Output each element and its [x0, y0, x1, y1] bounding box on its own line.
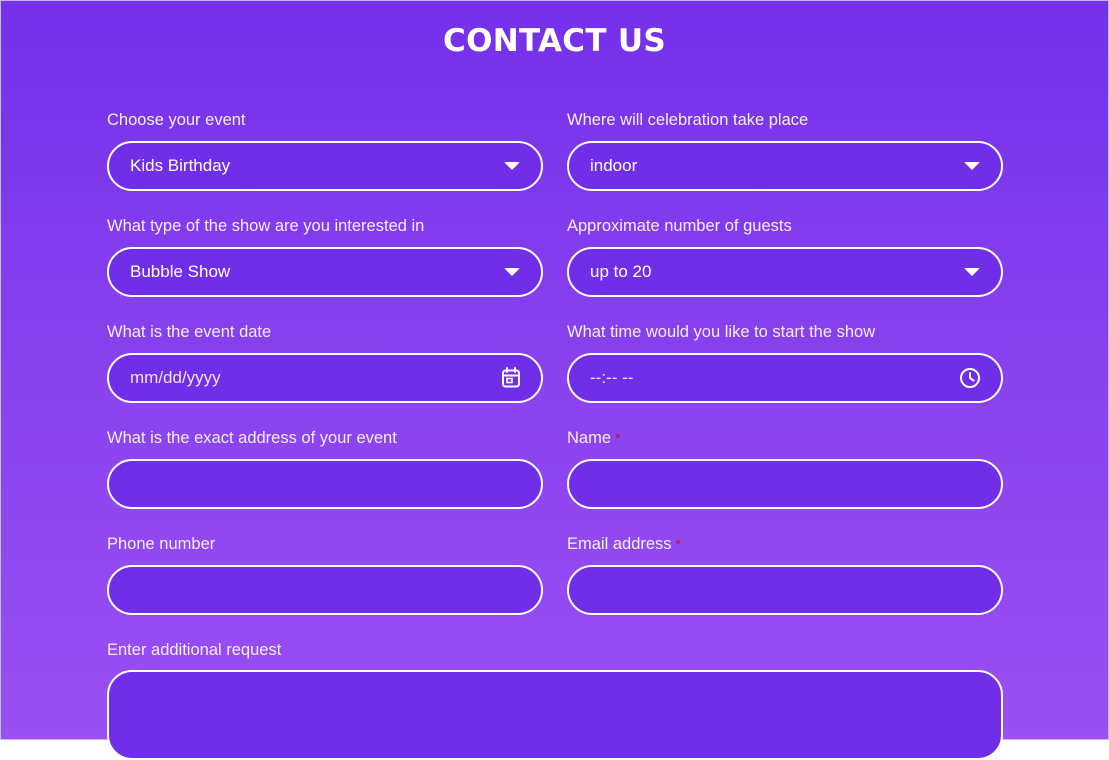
- location-value: indoor: [590, 156, 638, 175]
- start-time-field: What time would you like to start the sh…: [567, 322, 1003, 403]
- event-type-select[interactable]: Kids Birthday: [107, 141, 543, 191]
- chevron-down-icon: [964, 162, 980, 170]
- phone-label: Phone number: [107, 535, 216, 553]
- guests-select[interactable]: up to 20: [567, 247, 1003, 297]
- email-label: Email address *: [567, 534, 1003, 554]
- event-date-input[interactable]: mm/dd/yyyy: [107, 353, 543, 403]
- show-type-label: What type of the show are you interested…: [107, 217, 425, 235]
- location-field: Where will celebration take place indoor: [567, 110, 1003, 191]
- address-label: What is the exact address of your event: [107, 429, 397, 447]
- additional-request-textarea[interactable]: [107, 670, 1003, 760]
- name-label-text: Name: [567, 429, 612, 447]
- required-asterisk: *: [615, 430, 621, 446]
- event-type-field: Choose your event Kids Birthday: [107, 110, 543, 191]
- additional-request-label: Enter additional request: [107, 641, 282, 659]
- event-date-placeholder: mm/dd/yyyy: [130, 368, 221, 387]
- location-label: Where will celebration take place: [567, 111, 809, 129]
- contact-form-page: CONTACT US Choose your event Kids Birthd…: [0, 0, 1109, 760]
- email-field: Email address *: [567, 534, 1003, 615]
- email-label-text: Email address: [567, 535, 672, 553]
- phone-input[interactable]: [107, 565, 543, 615]
- event-type-label: Choose your event: [107, 111, 246, 129]
- address-input[interactable]: [107, 459, 543, 509]
- guests-value: up to 20: [590, 262, 652, 281]
- additional-request-field: Enter additional request: [107, 640, 1003, 671]
- event-date-field: What is the event date mm/dd/yyyy: [107, 322, 543, 403]
- show-type-field: What type of the show are you interested…: [107, 216, 543, 297]
- chevron-down-icon: [964, 268, 980, 276]
- chevron-down-icon: [504, 268, 520, 276]
- location-select[interactable]: indoor: [567, 141, 1003, 191]
- start-time-input[interactable]: --:-- --: [567, 353, 1003, 403]
- event-date-label: What is the event date: [107, 323, 272, 341]
- guests-field: Approximate number of guests up to 20: [567, 216, 1003, 297]
- chevron-down-icon: [504, 162, 520, 170]
- name-label: Name *: [567, 428, 1003, 448]
- required-asterisk: *: [675, 536, 681, 552]
- start-time-label: What time would you like to start the sh…: [567, 323, 876, 341]
- show-type-value: Bubble Show: [130, 262, 231, 281]
- email-input[interactable]: [567, 565, 1003, 615]
- clock-icon[interactable]: [959, 367, 981, 389]
- show-type-select[interactable]: Bubble Show: [107, 247, 543, 297]
- phone-field: Phone number: [107, 534, 543, 615]
- page-title: CONTACT US: [443, 23, 666, 59]
- guests-label: Approximate number of guests: [567, 217, 792, 235]
- name-field: Name *: [567, 428, 1003, 509]
- event-type-value: Kids Birthday: [130, 156, 231, 175]
- address-field: What is the exact address of your event: [107, 428, 543, 509]
- calendar-icon[interactable]: [501, 367, 521, 389]
- start-time-placeholder: --:-- --: [590, 368, 634, 387]
- name-input[interactable]: [567, 459, 1003, 509]
